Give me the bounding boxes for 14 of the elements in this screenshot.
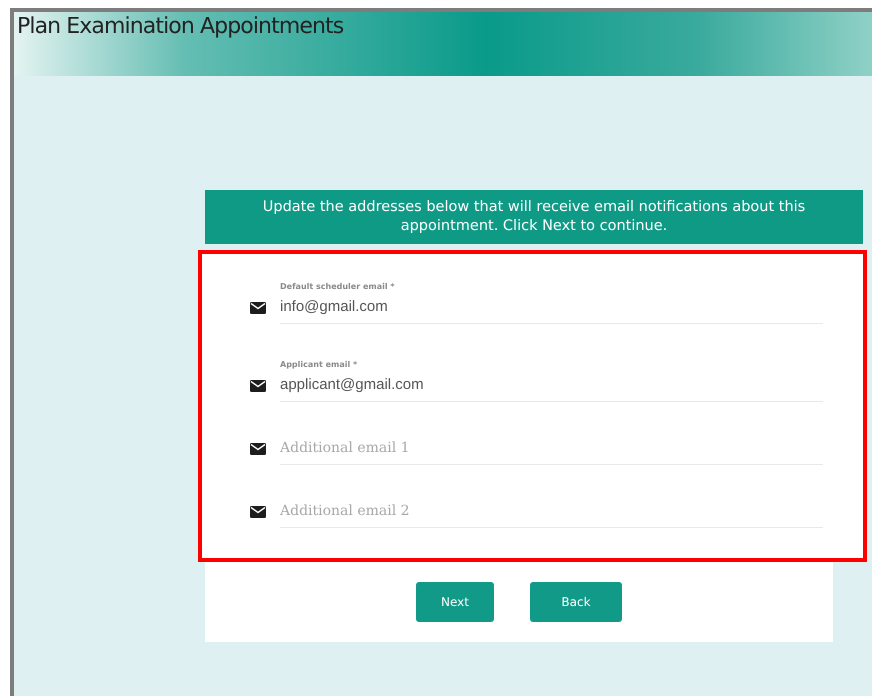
envelope-icon [250, 380, 266, 392]
field-label: Applicant email * [280, 360, 358, 371]
next-button[interactable]: Next [416, 582, 494, 622]
email-field[interactable]: Additional email 1 [280, 438, 823, 465]
envelope-icon [250, 443, 266, 455]
instructions-banner: Update the addresses below that will receive email notifications about this appointment. Click Next to continue. [205, 190, 863, 244]
back-button[interactable]: Back [530, 582, 622, 622]
envelope-icon [250, 302, 266, 314]
window-title: Plan Examination Appointments [16, 13, 344, 39]
envelope-icon [250, 506, 266, 518]
email-field[interactable]: applicant@gmail.com [280, 374, 823, 402]
email-field[interactable]: info@gmail.com [280, 296, 823, 324]
email-field[interactable]: Additional email 2 [280, 501, 823, 528]
field-label: Default scheduler email * [280, 282, 396, 293]
